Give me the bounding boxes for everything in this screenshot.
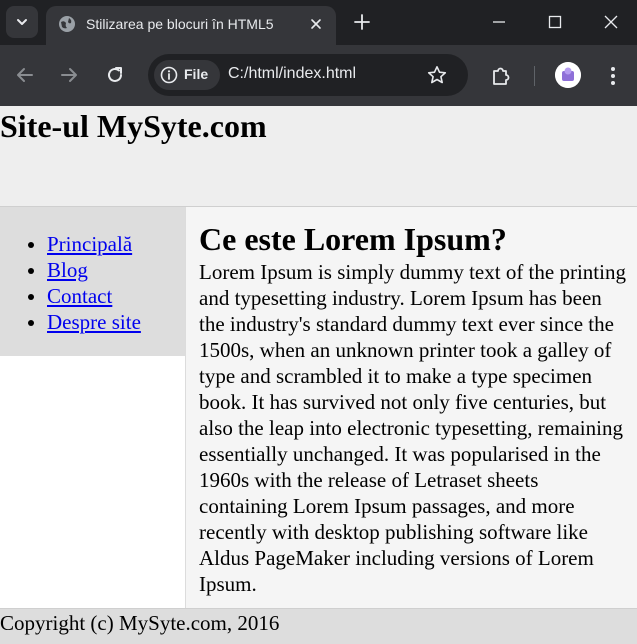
close-icon	[604, 15, 618, 29]
puzzle-icon	[493, 67, 510, 85]
arrow-right-icon	[61, 68, 77, 82]
nav-item: Contact	[47, 283, 141, 309]
active-tab[interactable]: Stilizarea pe blocuri în HTML5	[46, 6, 336, 45]
nav-list: Principală Blog Contact Despre site	[0, 231, 141, 335]
article-text: Lorem Ipsum is simply dummy text of the …	[199, 260, 626, 596]
maximize-icon	[548, 15, 562, 29]
tab-title: Stilizarea pe blocuri în HTML5	[86, 16, 274, 32]
toolbar-divider	[534, 66, 535, 86]
tab-search-button[interactable]	[6, 6, 38, 38]
star-icon	[427, 66, 447, 84]
extensions-button[interactable]	[488, 63, 514, 89]
page-viewport: Site-ul MySyte.com Principală Blog Conta…	[0, 106, 637, 644]
site-info-chip[interactable]: File	[154, 60, 220, 90]
reload-icon	[108, 67, 122, 82]
address-bar[interactable]: File C:/html/index.html	[148, 54, 468, 96]
nav-link-principala[interactable]: Principală	[47, 232, 132, 256]
chevron-down-icon	[17, 19, 27, 25]
forward-button[interactable]	[55, 61, 83, 89]
nav-link-contact[interactable]: Contact	[47, 284, 112, 308]
site-title: Site-ul MySyte.com	[0, 108, 267, 144]
article-title: Ce este Lorem Ipsum?	[199, 221, 507, 257]
browser-menu-button[interactable]	[600, 63, 626, 89]
maximize-button[interactable]	[540, 8, 570, 36]
profile-avatar[interactable]	[555, 62, 581, 88]
nav-link-despre-site[interactable]: Despre site	[47, 310, 141, 334]
arrow-left-icon	[17, 68, 33, 82]
bookmark-button[interactable]	[426, 64, 448, 86]
site-navigation: Principală Blog Contact Despre site	[0, 207, 185, 356]
tab-strip: Stilizarea pe blocuri în HTML5	[0, 0, 637, 45]
url-text[interactable]: C:/html/index.html	[228, 65, 356, 83]
browser-toolbar: File C:/html/index.html	[0, 45, 637, 106]
plus-icon	[354, 14, 370, 30]
main-content: Ce este Lorem Ipsum? Lorem Ipsum is simp…	[185, 207, 637, 608]
reload-button[interactable]	[101, 61, 129, 89]
nav-item: Blog	[47, 257, 141, 283]
nav-item: Despre site	[47, 309, 141, 335]
back-button[interactable]	[11, 61, 39, 89]
site-footer: Copyright (c) MySyte.com, 2016	[0, 608, 637, 644]
footer-copyright: Copyright (c) MySyte.com, 2016	[0, 611, 280, 635]
avatar-icon	[555, 62, 581, 88]
close-icon	[311, 19, 321, 29]
minimize-button[interactable]	[484, 8, 514, 36]
minimize-icon	[493, 21, 505, 23]
globe-icon	[59, 16, 75, 32]
info-icon	[160, 66, 178, 84]
new-tab-button[interactable]	[350, 10, 374, 34]
nav-link-blog[interactable]: Blog	[47, 258, 88, 282]
site-info-label: File	[184, 66, 209, 82]
kebab-menu-icon	[611, 67, 615, 85]
tab-close-button[interactable]	[306, 14, 326, 34]
site-header: Site-ul MySyte.com	[0, 106, 637, 207]
nav-item: Principală	[47, 231, 141, 257]
close-window-button[interactable]	[596, 8, 626, 36]
